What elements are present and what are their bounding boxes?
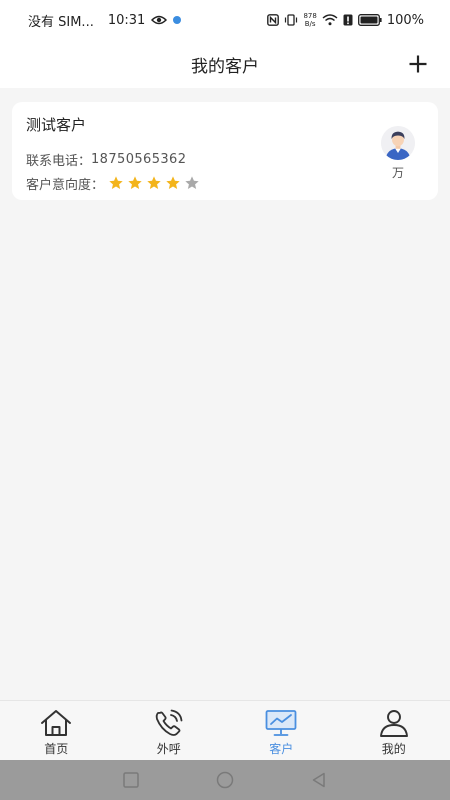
bottom-tab-bar: 首页 外呼 客户 我的 — [0, 700, 450, 760]
phone-label: 联系电话： — [26, 153, 92, 169]
tab-home[interactable]: 首页 — [0, 701, 113, 760]
nfc-icon — [267, 14, 280, 26]
network-speed-unit: B/s — [304, 20, 316, 28]
home-icon — [41, 710, 72, 736]
person-avatar-icon — [381, 126, 415, 160]
recent-apps-icon[interactable] — [121, 770, 141, 790]
monitor-chart-icon — [265, 710, 297, 736]
status-left: 没有 SIM... 10:31 — [28, 11, 182, 30]
wifi-icon — [322, 14, 338, 26]
tab-outbound-call-label: 外呼 — [156, 742, 181, 756]
status-bar: 没有 SIM... 10:31 878 B/s 100% — [0, 0, 450, 40]
tab-customers-label: 客户 — [269, 742, 294, 756]
header-bar: 我的客户 — [0, 40, 450, 88]
plus-icon — [409, 55, 427, 73]
rating-stars — [108, 175, 200, 191]
owner-avatar-group: 万 — [380, 126, 416, 181]
vibrate-icon — [285, 14, 298, 26]
network-speed-value: 878 — [303, 12, 317, 20]
customer-card[interactable]: 测试客户 联系电话： 18750565362 客户意向度： 万 — [12, 102, 438, 200]
star-filled-icon — [128, 176, 142, 189]
back-triangle-icon[interactable] — [309, 770, 329, 790]
star-filled-icon — [147, 176, 161, 189]
intention-label: 客户意向度： — [26, 177, 105, 193]
phone-call-icon — [155, 709, 183, 736]
tab-mine[interactable]: 我的 — [338, 701, 450, 760]
user-icon — [379, 710, 408, 737]
phone-row: 联系电话： 18750565362 — [26, 149, 424, 169]
time-group: 10:31 — [107, 12, 182, 28]
tab-customers[interactable]: 客户 — [225, 701, 338, 760]
battery-icon — [357, 14, 382, 26]
phone-number[interactable]: 18750565362 — [91, 152, 186, 167]
home-circle-icon[interactable] — [215, 770, 235, 790]
alert-icon — [343, 14, 353, 26]
add-customer-button[interactable] — [406, 52, 430, 76]
notification-dot-icon — [173, 16, 182, 24]
eye-icon — [151, 15, 168, 25]
clock-time: 10:31 — [107, 12, 146, 28]
carrier-text: 没有 SIM... — [28, 14, 94, 30]
battery-percent: 100% — [386, 12, 424, 28]
customer-name: 测试客户 — [26, 116, 87, 134]
tab-mine-label: 我的 — [381, 742, 406, 756]
star-filled-icon — [166, 176, 180, 189]
star-filled-icon — [109, 176, 123, 189]
tab-outbound-call[interactable]: 外呼 — [113, 701, 226, 760]
tab-home-label: 首页 — [44, 742, 69, 756]
status-right: 878 B/s 100% — [267, 12, 424, 28]
system-navigation-bar — [0, 760, 450, 800]
network-speed: 878 B/s — [303, 12, 316, 28]
owner-name: 万 — [391, 166, 404, 180]
intention-row: 客户意向度： — [26, 173, 424, 193]
star-empty-icon — [185, 176, 199, 189]
page-title: 我的客户 — [191, 56, 259, 77]
